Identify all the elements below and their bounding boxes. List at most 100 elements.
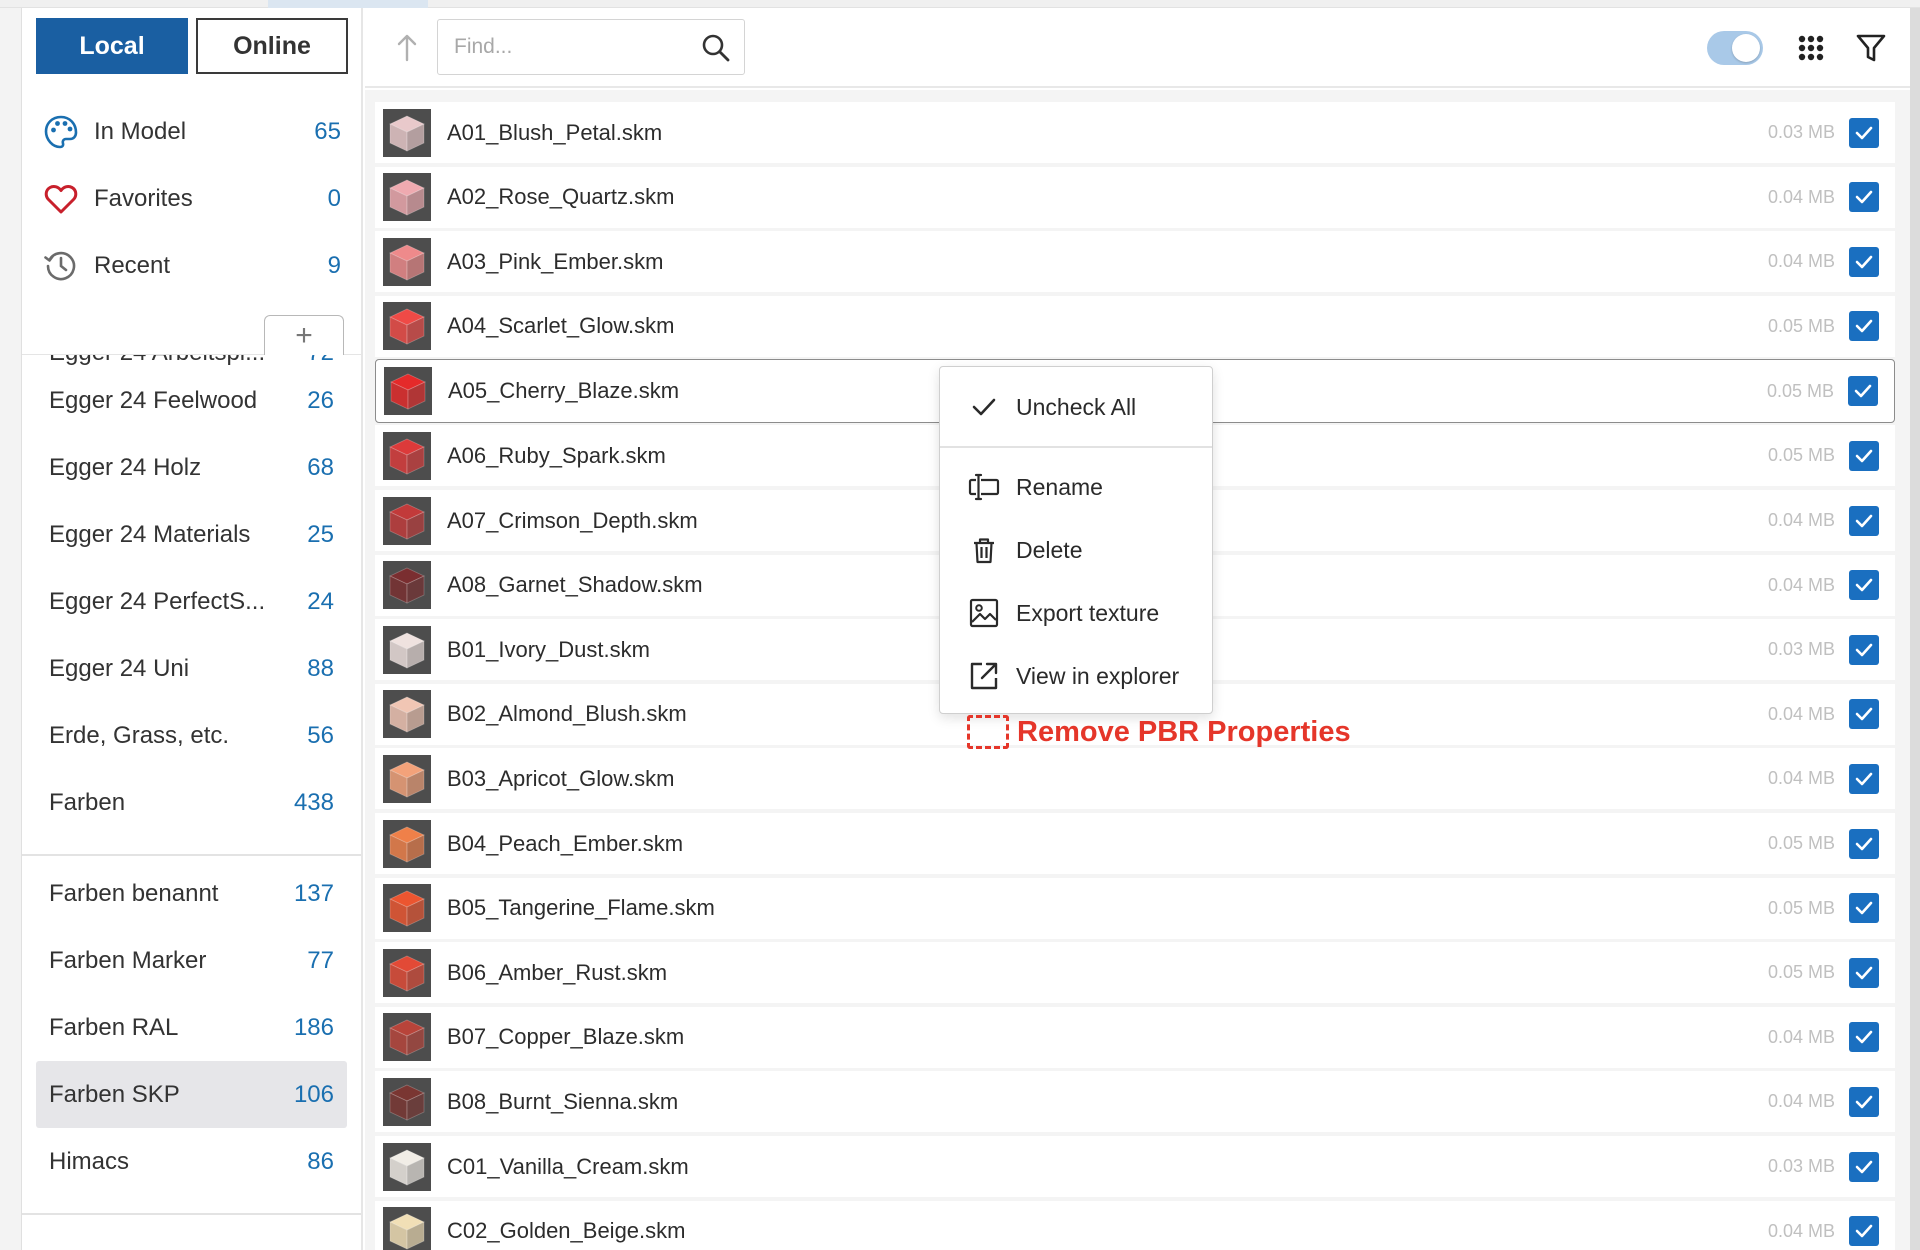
checkmark-icon (1855, 514, 1873, 527)
row-checkbox[interactable] (1849, 505, 1879, 536)
cube-icon (389, 761, 425, 798)
file-size: 0.04 MB (1767, 1091, 1835, 1112)
uncheck-all-menu-item[interactable]: Uncheck All (940, 378, 1212, 436)
library-item-count: 186 (293, 1013, 334, 1041)
file-size: 0.04 MB (1767, 510, 1835, 531)
row-checkbox[interactable] (1849, 1216, 1879, 1247)
library-item-count: 106 (293, 1080, 334, 1108)
rename-menu-item[interactable]: Rename (940, 458, 1212, 516)
window-left-edge (0, 8, 22, 1250)
file-size: 0.04 MB (1767, 574, 1835, 595)
library-item-label: Farben RAL (49, 1013, 179, 1041)
library-item[interactable]: Farben benannt 137 (22, 860, 361, 927)
library-list[interactable]: Egger 24 Arbeitspl... 72 Egger 24 Feelwo… (22, 354, 361, 1250)
file-row[interactable]: A03_Pink_Ember.skm 0.04 MB (375, 231, 1895, 293)
file-size: 0.05 MB (1767, 962, 1835, 983)
material-thumbnail (383, 884, 431, 933)
search-input[interactable] (454, 32, 694, 62)
search-icon[interactable] (700, 32, 732, 64)
row-checkbox[interactable] (1848, 376, 1878, 407)
filter-icon[interactable] (1853, 30, 1889, 66)
material-thumbnail (383, 819, 431, 868)
row-checkbox[interactable] (1849, 1151, 1879, 1182)
library-item-count: 72 (307, 355, 334, 367)
file-row[interactable]: C01_Vanilla_Cream.skm 0.03 MB (375, 1136, 1895, 1197)
file-row[interactable]: B07_Copper_Blaze.skm 0.04 MB (375, 1006, 1895, 1068)
palette-icon (42, 113, 80, 151)
library-item[interactable]: Farben RAL 186 (22, 994, 361, 1061)
library-item[interactable]: Egger 24 Arbeitspl... 72 (22, 355, 361, 367)
online-tab[interactable]: Online (196, 18, 348, 74)
library-item[interactable]: Egger 24 Materials 25 (22, 501, 361, 568)
quick-item-count: 0 (327, 184, 341, 212)
file-size: 0.05 MB (1766, 380, 1834, 401)
file-row[interactable]: A01_Blush_Petal.skm 0.03 MB (375, 102, 1895, 163)
quick-item-favorites[interactable]: Favorites 0 (22, 165, 361, 232)
row-checkbox[interactable] (1849, 893, 1879, 924)
row-checkbox[interactable] (1849, 570, 1879, 601)
library-item[interactable]: Farben Marker 77 (22, 927, 361, 994)
file-row[interactable]: B03_Apricot_Glow.skm 0.04 MB (375, 748, 1895, 810)
file-row[interactable]: A04_Scarlet_Glow.skm 0.05 MB (375, 295, 1895, 357)
file-row[interactable]: B05_Tangerine_Flame.skm 0.05 MB (375, 877, 1895, 939)
library-item-selected[interactable]: Farben SKP 106 (36, 1061, 347, 1128)
row-checkbox[interactable] (1849, 634, 1879, 665)
export-texture-menu-item[interactable]: Export texture (940, 584, 1212, 642)
library-item[interactable]: Himacs 86 (22, 1128, 361, 1195)
file-row[interactable]: B06_Amber_Rust.skm 0.05 MB (375, 942, 1895, 1004)
library-item-count: 26 (307, 386, 334, 414)
material-thumbnail (384, 367, 432, 416)
cube-icon (389, 179, 425, 216)
row-checkbox[interactable] (1849, 828, 1879, 859)
local-tab[interactable]: Local (36, 18, 188, 74)
view-toggle[interactable] (1707, 31, 1763, 65)
row-checkbox[interactable] (1849, 246, 1879, 277)
file-size: 0.05 MB (1767, 897, 1835, 918)
quick-item-in-model[interactable]: In Model 65 (22, 98, 361, 165)
library-item-count: 25 (307, 520, 334, 548)
file-row[interactable]: C02_Golden_Beige.skm 0.04 MB (375, 1200, 1895, 1250)
row-checkbox[interactable] (1849, 182, 1879, 213)
file-size: 0.04 MB (1767, 703, 1835, 724)
file-name: B07_Copper_Blaze.skm (447, 1024, 685, 1050)
library-item[interactable]: Egger 24 PerfectS... 24 (22, 568, 361, 635)
library-item[interactable]: Egger 24 Holz 68 (22, 434, 361, 501)
view-in-explorer-menu-item[interactable]: View in explorer (940, 647, 1212, 705)
file-size: 0.03 MB (1767, 122, 1835, 142)
image-icon (968, 597, 1000, 629)
row-checkbox[interactable] (1849, 1022, 1879, 1053)
row-checkbox[interactable] (1849, 311, 1879, 342)
library-item-label: Egger 24 Uni (49, 654, 190, 682)
library-item[interactable]: Farben 438 (22, 769, 361, 836)
quick-item-recent[interactable]: Recent 9 (22, 232, 361, 299)
add-library-button[interactable]: + (264, 315, 344, 355)
library-item-label: Farben Marker (49, 946, 207, 974)
delete-menu-item[interactable]: Delete (940, 521, 1212, 579)
remove-pbr-option[interactable]: Remove PBR Properties (967, 714, 1351, 750)
row-checkbox[interactable] (1849, 1086, 1879, 1117)
library-item[interactable]: Egger 24 Uni 88 (22, 635, 361, 702)
file-size: 0.03 MB (1767, 639, 1835, 660)
row-checkbox[interactable] (1849, 117, 1879, 148)
pbr-checkbox[interactable] (967, 715, 1009, 749)
file-size: 0.05 MB (1767, 445, 1835, 466)
file-row[interactable]: B04_Peach_Ember.skm 0.05 MB (375, 813, 1895, 875)
library-item[interactable]: Egger 24 Feelwood 26 (22, 367, 361, 434)
library-item[interactable]: Erde, Grass, etc. 56 (22, 702, 361, 769)
row-checkbox[interactable] (1849, 440, 1879, 471)
file-row[interactable]: A02_Rose_Quartz.skm 0.04 MB (375, 166, 1895, 228)
file-row[interactable]: B08_Burnt_Sienna.skm 0.04 MB (375, 1071, 1895, 1133)
checkmark-icon (1854, 385, 1872, 398)
grid-view-icon[interactable] (1793, 30, 1829, 66)
library-item-count: 68 (307, 453, 334, 481)
library-item-label: Egger 24 Holz (49, 453, 202, 481)
library-item-count: 88 (307, 654, 334, 682)
file-name: B05_Tangerine_Flame.skm (447, 895, 715, 921)
row-checkbox[interactable] (1849, 957, 1879, 988)
material-thumbnail (383, 754, 431, 803)
up-arrow-icon[interactable] (387, 28, 427, 68)
row-checkbox[interactable] (1849, 699, 1879, 730)
menu-item-label: Uncheck All (1016, 393, 1137, 420)
library-item-count: 86 (307, 1147, 334, 1175)
row-checkbox[interactable] (1849, 763, 1879, 794)
